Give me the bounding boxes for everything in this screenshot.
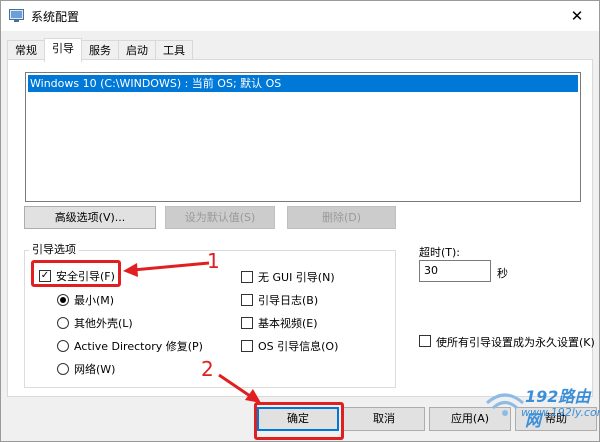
delete-button[interactable]: 删除(D) [287,206,396,229]
set-default-button[interactable]: 设为默认值(S) [165,206,275,229]
boot-options-legend: 引导选项 [29,241,79,257]
system-config-window: 系统配置 ✕ 常规 引导 服务 启动 工具 Windows 10 (C:\WIN… [0,0,600,442]
checkbox-empty-icon [241,317,253,329]
checkbox-empty-icon [241,271,253,283]
radio-minimal[interactable]: 最小(M) [57,292,114,308]
base-video-checkbox[interactable]: 基本视频(E) [241,315,318,331]
advanced-options-button[interactable]: 高级选项(V)... [24,206,156,229]
no-gui-boot-label: 无 GUI 引导(N) [258,271,335,284]
base-video-label: 基本视频(E) [258,317,318,330]
checkbox-empty-icon [241,340,253,352]
annotation-arrow-1 [123,261,210,277]
os-boot-info-label: OS 引导信息(O) [258,340,339,353]
watermark-url: www.192ly.com [521,406,600,419]
timeout-input[interactable]: 30 [419,260,491,282]
tab-boot[interactable]: 引导 [44,38,82,62]
title-bar: 系统配置 ✕ [1,1,599,31]
boot-log-label: 引导日志(B) [258,294,319,307]
os-list[interactable]: Windows 10 (C:\WINDOWS) : 当前 OS; 默认 OS [25,72,581,202]
ok-button-highlight-box [254,402,344,440]
radio-selected-icon [57,294,69,306]
checkbox-empty-icon [419,335,431,347]
annotation-number-2: 2 [201,357,214,381]
safe-boot-highlight-box [31,260,121,287]
make-permanent-label: 使所有引导设置成为永久设置(K) [436,336,595,349]
close-button[interactable]: ✕ [555,1,599,31]
os-boot-info-checkbox[interactable]: OS 引导信息(O) [241,338,338,354]
os-list-item[interactable]: Windows 10 (C:\WINDOWS) : 当前 OS; 默认 OS [28,75,578,92]
tab-services[interactable]: 服务 [81,40,119,61]
radio-ad-repair-label: Active Directory 修复(P) [74,340,203,353]
tab-general[interactable]: 常规 [7,40,45,61]
radio-alternate-shell-label: 其他外壳(L) [74,317,133,330]
radio-network-label: 网络(W) [74,363,116,376]
annotation-number-1: 1 [207,249,220,273]
annotation-arrow-2 [218,373,261,403]
radio-empty-icon [57,340,69,352]
cancel-button[interactable]: 取消 [343,407,425,431]
timeout-label: 超时(T): [419,246,461,259]
radio-alternate-shell[interactable]: 其他外壳(L) [57,315,133,331]
no-gui-boot-checkbox[interactable]: 无 GUI 引导(N) [241,269,335,285]
radio-empty-icon [57,317,69,329]
radio-empty-icon [57,363,69,375]
radio-active-directory-repair[interactable]: Active Directory 修复(P) [57,338,203,354]
close-icon: ✕ [570,7,584,25]
make-permanent-checkbox[interactable]: 使所有引导设置成为永久设置(K) [419,335,596,350]
timeout-unit: 秒 [497,267,508,280]
radio-minimal-label: 最小(M) [74,294,115,307]
system-config-app-icon [9,9,24,22]
tab-strip: 常规 引导 服务 启动 工具 [7,38,193,62]
checkbox-empty-icon [241,294,253,306]
radio-network[interactable]: 网络(W) [57,361,115,377]
window-title: 系统配置 [31,10,80,24]
tab-startup[interactable]: 启动 [118,40,156,61]
tab-tools[interactable]: 工具 [155,40,193,61]
boot-log-checkbox[interactable]: 引导日志(B) [241,292,318,308]
